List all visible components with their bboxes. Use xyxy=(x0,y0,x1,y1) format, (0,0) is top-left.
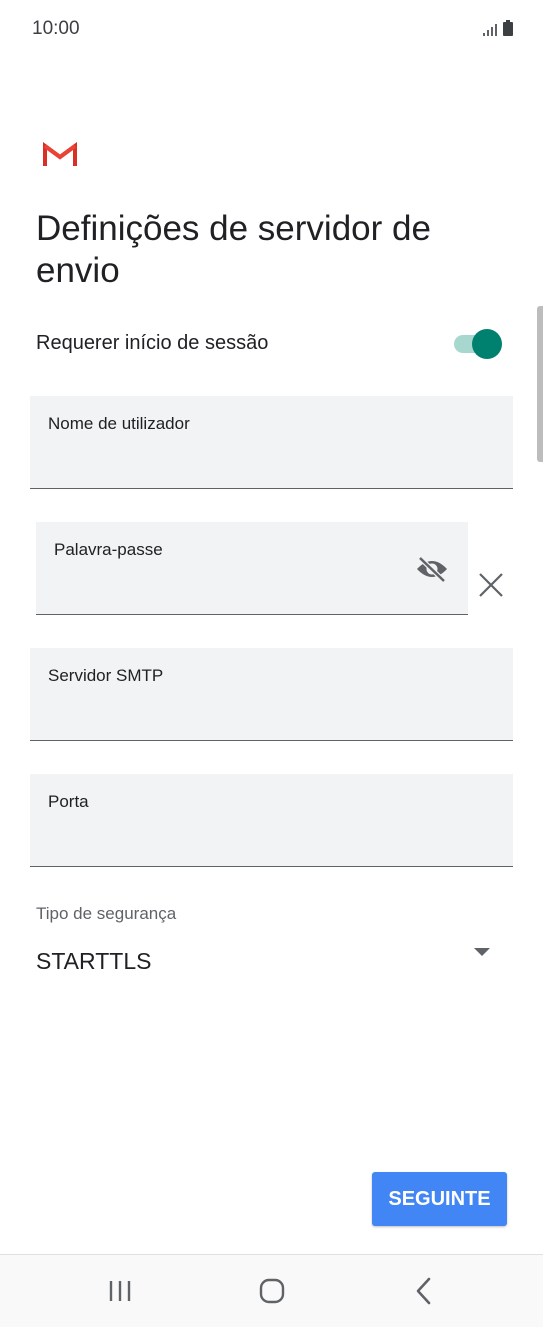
smtp-server-input[interactable] xyxy=(48,700,495,730)
smtp-server-label: Servidor SMTP xyxy=(48,666,164,685)
require-login-toggle[interactable] xyxy=(454,329,502,359)
smtp-server-field[interactable]: Servidor SMTP xyxy=(30,648,513,741)
security-type-value: STARTTLS xyxy=(36,948,152,974)
status-bar: 10:00 xyxy=(0,0,543,58)
port-label: Porta xyxy=(48,792,89,811)
password-field[interactable]: Palavra-passe xyxy=(36,522,468,615)
close-icon[interactable] xyxy=(476,570,506,600)
status-time: 10:00 xyxy=(32,18,80,39)
battery-icon xyxy=(503,20,513,36)
eye-off-icon[interactable] xyxy=(414,554,450,584)
username-label: Nome de utilizador xyxy=(48,414,190,433)
username-input[interactable] xyxy=(48,448,495,478)
page-title: Definições de servidor de envio xyxy=(36,209,431,290)
toggle-thumb xyxy=(472,329,502,359)
password-input[interactable] xyxy=(54,574,398,604)
back-icon[interactable] xyxy=(404,1273,444,1309)
password-label: Palavra-passe xyxy=(54,540,163,559)
next-button[interactable]: SEGUINTE xyxy=(372,1172,507,1226)
recents-icon[interactable] xyxy=(100,1273,140,1309)
security-type-select[interactable]: STARTTLS xyxy=(36,942,506,982)
status-icons xyxy=(483,20,513,36)
navigation-bar xyxy=(0,1254,543,1327)
gmail-logo xyxy=(43,142,77,166)
security-type-label: Tipo de segurança xyxy=(36,904,177,923)
username-field[interactable]: Nome de utilizador xyxy=(30,396,513,489)
require-login-label: Requerer início de sessão xyxy=(36,332,269,354)
home-icon[interactable] xyxy=(252,1273,292,1309)
port-input[interactable] xyxy=(48,826,495,856)
scroll-indicator[interactable] xyxy=(537,306,543,462)
signal-icon xyxy=(483,24,497,36)
require-login-row: Requerer início de sessão xyxy=(36,322,506,366)
caret-down-icon xyxy=(474,948,490,956)
port-field[interactable]: Porta xyxy=(30,774,513,867)
